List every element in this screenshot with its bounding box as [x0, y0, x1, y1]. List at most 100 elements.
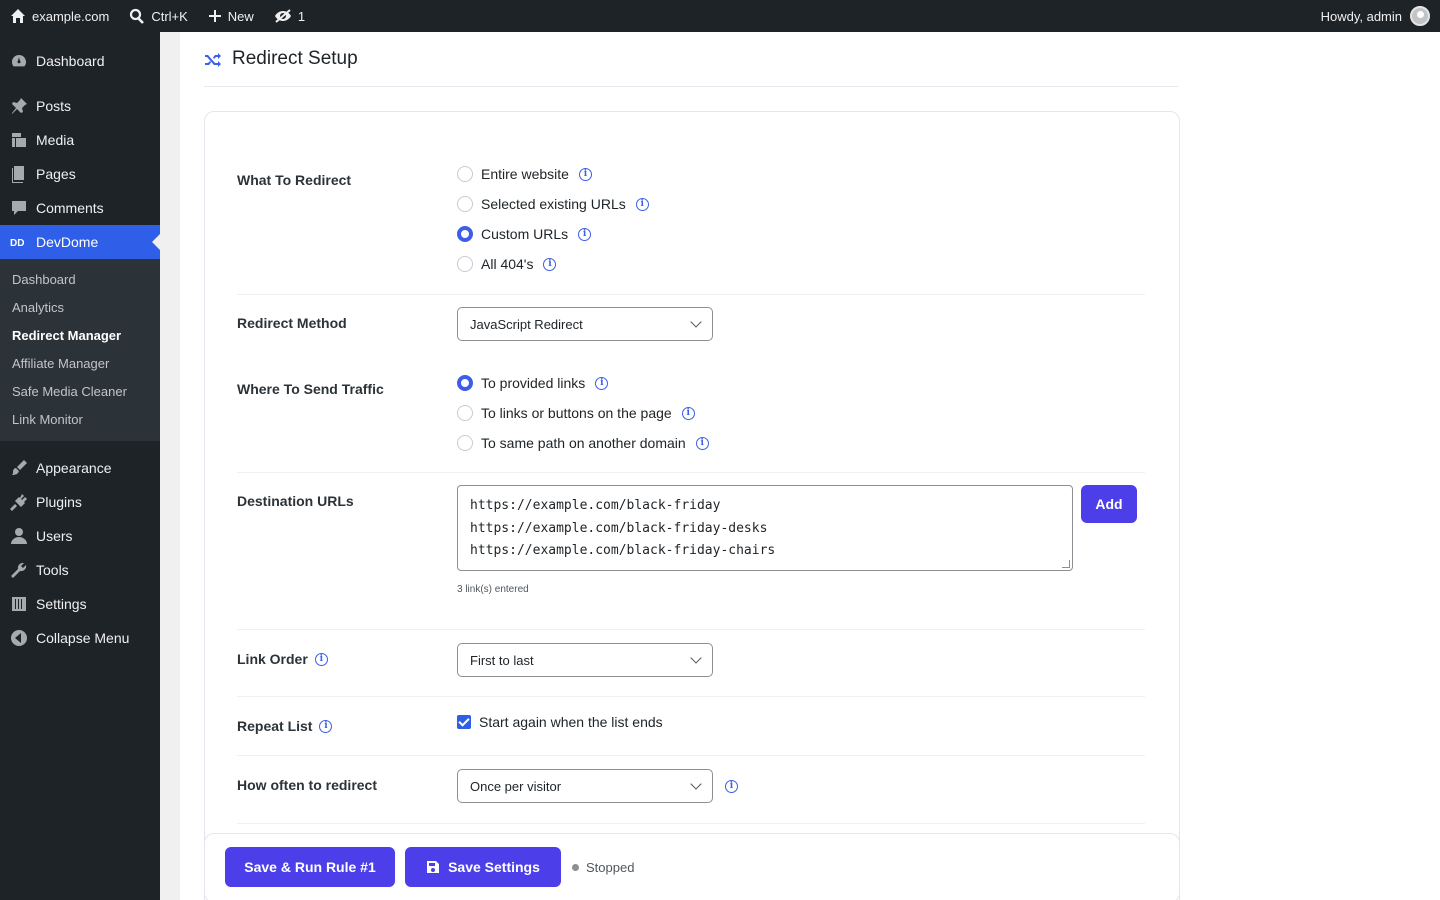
redirect-method-field: JavaScript Redirect — [457, 307, 713, 341]
new-content-menu[interactable]: New — [198, 0, 264, 32]
option-all-404s[interactable]: All 404's i — [457, 249, 649, 279]
hidden-items[interactable]: 1 — [264, 0, 315, 32]
row-destination-urls: Destination URLs https://example.com/bla… — [237, 473, 1145, 630]
admin-sidebar: Dashboard Posts Media Pages Comments DD … — [0, 32, 160, 900]
menu-devdome[interactable]: DD DevDome — [0, 225, 160, 259]
site-link[interactable]: example.com — [0, 0, 119, 32]
main-content: Redirect Setup What To Redirect Entire w… — [180, 32, 1440, 900]
info-icon[interactable]: i — [695, 436, 709, 450]
radio-button[interactable] — [457, 435, 473, 451]
menu-settings[interactable]: Settings — [0, 587, 160, 621]
radio-button[interactable] — [457, 405, 473, 421]
repeat-checkbox[interactable] — [457, 715, 471, 729]
redirect-method-select[interactable]: JavaScript Redirect — [457, 307, 713, 341]
eye-slash-icon — [274, 9, 291, 23]
menu-users[interactable]: Users — [0, 519, 160, 553]
submenu-analytics[interactable]: Analytics — [0, 294, 160, 322]
search-shortcut[interactable]: Ctrl+K — [119, 0, 197, 32]
status-dot — [572, 863, 579, 871]
menu-collapse[interactable]: Collapse Menu — [0, 621, 160, 655]
menu-label: Dashboard — [36, 53, 105, 69]
chevron-down-icon — [690, 316, 702, 328]
page-header: Redirect Setup — [204, 32, 1178, 87]
info-icon[interactable]: i — [725, 779, 738, 793]
row-link-order: Link Order i First to last — [237, 630, 1145, 697]
shuffle-icon — [205, 53, 221, 67]
repeat-list-field: Start again when the list ends — [457, 713, 663, 731]
account-menu[interactable]: Howdy, admin — [1321, 6, 1440, 26]
home-icon — [11, 9, 25, 23]
menu-label: Tools — [36, 562, 69, 578]
menu-pages[interactable]: Pages — [0, 157, 160, 191]
resize-handle[interactable] — [1062, 560, 1070, 568]
site-name: example.com — [32, 8, 110, 24]
info-icon[interactable]: i — [319, 719, 333, 733]
menu-plugins[interactable]: Plugins — [0, 485, 160, 519]
frequency-select[interactable]: Once per visitor — [457, 769, 713, 803]
run-status: Stopped — [572, 847, 634, 887]
destination-urls-label: Destination URLs — [237, 493, 354, 509]
info-icon[interactable]: i — [314, 652, 328, 666]
submenu-affiliate-manager[interactable]: Affiliate Manager — [0, 350, 160, 378]
link-order-field: First to last — [457, 643, 713, 677]
option-label: To same path on another domain — [481, 435, 686, 451]
option-custom-urls[interactable]: Custom URLs i — [457, 219, 649, 249]
menu-dashboard[interactable]: Dashboard — [0, 44, 160, 78]
info-icon[interactable]: i — [595, 376, 609, 390]
option-entire-website[interactable]: Entire website i — [457, 159, 649, 189]
chevron-down-icon — [690, 778, 702, 790]
menu-tools[interactable]: Tools — [0, 553, 160, 587]
option-provided-links[interactable]: To provided links i — [457, 368, 709, 398]
where-to-send-label: Where To Send Traffic — [237, 381, 384, 397]
submenu-link-monitor[interactable]: Link Monitor — [0, 406, 160, 434]
option-label: All 404's — [481, 256, 534, 272]
links-count-hint: 3 link(s) entered — [457, 584, 529, 595]
pin-icon — [12, 98, 27, 114]
info-icon[interactable]: i — [635, 197, 649, 211]
user-icon — [11, 528, 27, 544]
menu-comments[interactable]: Comments — [0, 191, 160, 225]
frequency-label: How often to redirect — [237, 777, 378, 793]
option-same-path-domain[interactable]: To same path on another domain i — [457, 428, 709, 458]
link-order-label-wrap: Link Order i — [237, 651, 328, 667]
menu-media[interactable]: Media — [0, 123, 160, 157]
radio-button-checked[interactable] — [457, 226, 473, 242]
link-order-label: Link Order — [237, 651, 308, 667]
option-selected-urls[interactable]: Selected existing URLs i — [457, 189, 649, 219]
radio-button[interactable] — [457, 166, 473, 182]
redirect-method-label: Redirect Method — [237, 315, 347, 331]
repeat-list-option[interactable]: Start again when the list ends — [457, 713, 663, 731]
option-links-on-page[interactable]: To links or buttons on the page i — [457, 398, 709, 428]
svg-text:DD: DD — [10, 238, 24, 249]
url-line: https://example.com/black-friday — [470, 498, 721, 513]
save-run-button[interactable]: Save & Run Rule #1 — [225, 847, 395, 887]
menu-appearance[interactable]: Appearance — [0, 451, 160, 485]
submenu-dashboard[interactable]: Dashboard — [0, 266, 160, 294]
menu-label: Users — [36, 528, 73, 544]
info-icon[interactable]: i — [681, 406, 695, 420]
submenu-safe-media-cleaner[interactable]: Safe Media Cleaner — [0, 378, 160, 406]
info-icon[interactable]: i — [543, 257, 557, 271]
row-method-and-target: Redirect Method JavaScript Redirect Wher… — [237, 295, 1145, 473]
radio-button-checked[interactable] — [457, 375, 473, 391]
wrench-icon — [11, 562, 27, 578]
search-shortcut-label: Ctrl+K — [151, 8, 188, 24]
save-settings-button[interactable]: Save Settings — [405, 847, 561, 887]
link-order-select[interactable]: First to last — [457, 643, 713, 677]
menu-posts[interactable]: Posts — [0, 89, 160, 123]
row-frequency: How often to redirect Once per visitor i — [237, 756, 1145, 824]
option-label: To provided links — [481, 375, 586, 391]
action-bar: Save & Run Rule #1 Save Settings Stopped — [204, 833, 1180, 900]
add-url-button[interactable]: Add — [1081, 485, 1137, 523]
row-what-to-redirect: What To Redirect Entire website i Select… — [237, 156, 1145, 295]
info-icon[interactable]: i — [578, 167, 592, 181]
radio-button[interactable] — [457, 256, 473, 272]
media-icon — [12, 133, 26, 147]
radio-button[interactable] — [457, 196, 473, 212]
option-label: To links or buttons on the page — [481, 405, 672, 421]
menu-label: DevDome — [36, 234, 99, 250]
brush-icon — [12, 460, 27, 475]
destination-urls-textarea[interactable]: https://example.com/black-friday https:/… — [457, 485, 1073, 571]
submenu-redirect-manager[interactable]: Redirect Manager — [0, 322, 160, 350]
info-icon[interactable]: i — [578, 227, 592, 241]
